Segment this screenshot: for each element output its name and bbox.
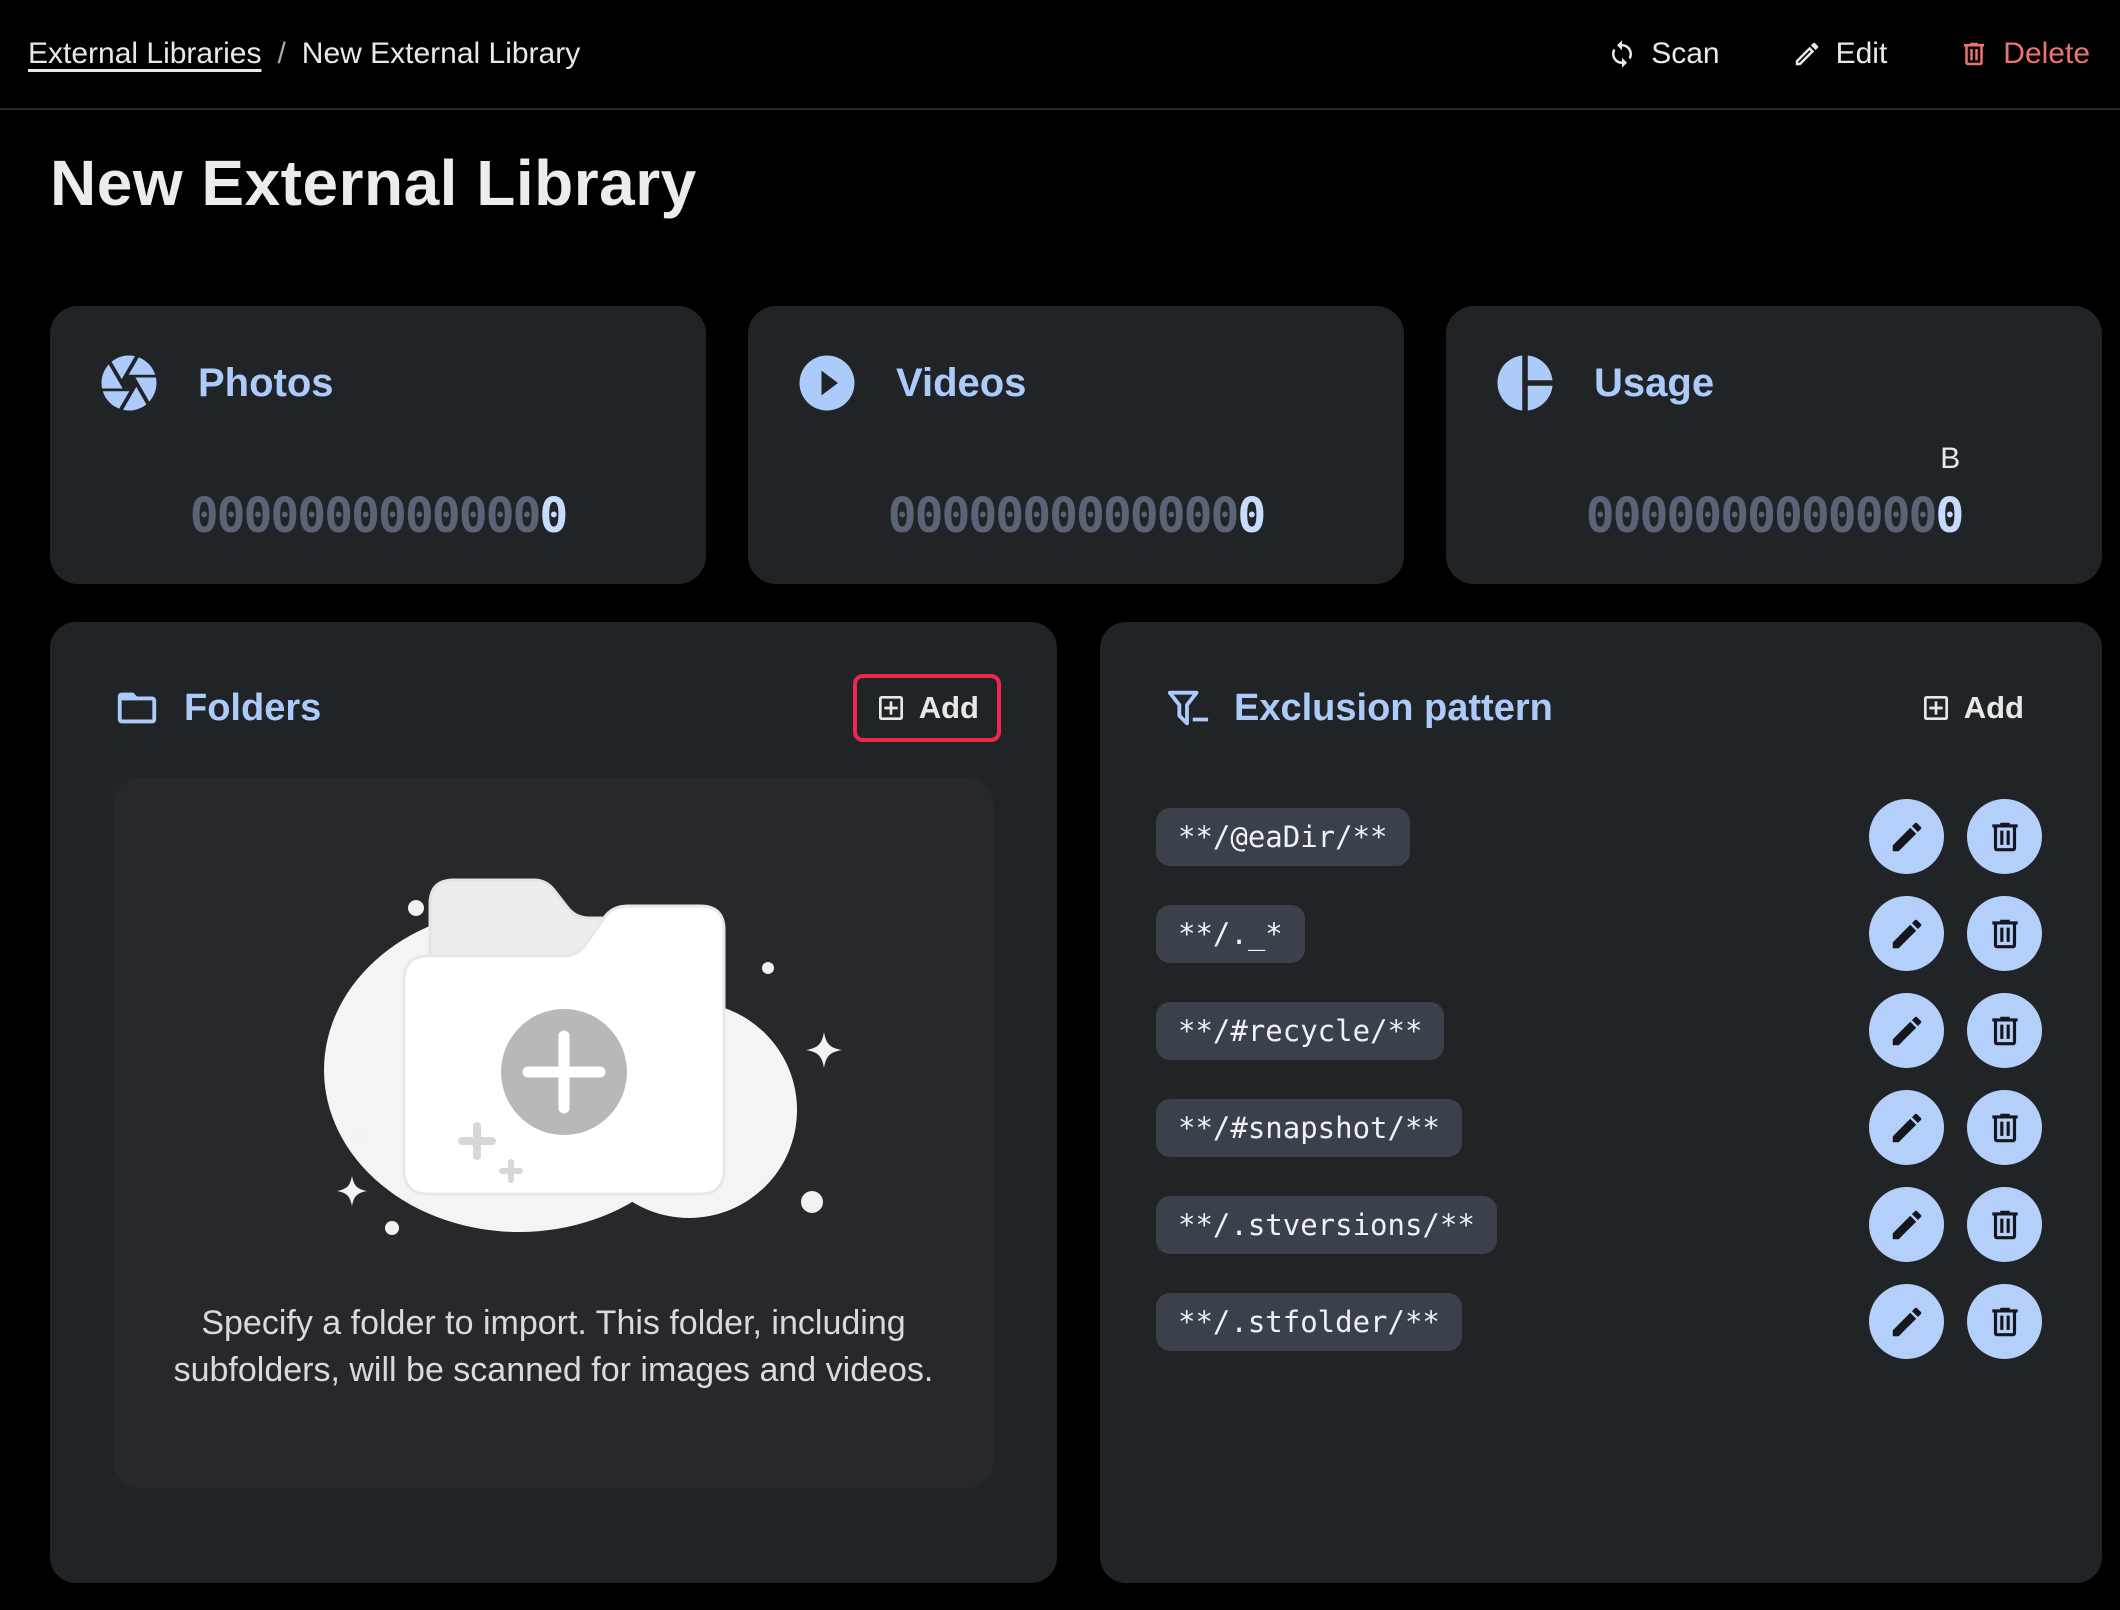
plus-box-icon bbox=[1920, 692, 1952, 724]
trash-icon bbox=[1986, 1012, 2024, 1050]
edit-pattern-button[interactable] bbox=[1869, 993, 1944, 1068]
top-bar: External Libraries / New External Librar… bbox=[0, 0, 2120, 110]
pattern-chip: **/#recycle/** bbox=[1156, 1002, 1444, 1060]
exclusion-title: Exclusion pattern bbox=[1234, 687, 1553, 730]
pencil-icon bbox=[1888, 1012, 1926, 1050]
pencil-icon bbox=[1888, 1206, 1926, 1244]
usage-label: Usage bbox=[1594, 361, 1714, 406]
trash-icon bbox=[1986, 818, 2024, 856]
page-title: New External Library bbox=[50, 140, 2120, 226]
chart-pie-icon bbox=[1492, 350, 1558, 416]
edit-pattern-button[interactable] bbox=[1869, 1090, 1944, 1165]
pattern-row: **/#recycle/** bbox=[1100, 982, 2102, 1079]
pattern-chip: **/.stversions/** bbox=[1156, 1196, 1497, 1254]
delete-label: Delete bbox=[2003, 37, 2090, 71]
play-circle-icon bbox=[794, 350, 860, 416]
pencil-icon bbox=[1888, 818, 1926, 856]
pencil-icon bbox=[1888, 1303, 1926, 1341]
trash-icon bbox=[1986, 915, 2024, 953]
scan-button[interactable]: Scan bbox=[1607, 37, 1719, 71]
breadcrumb-current: New External Library bbox=[302, 37, 580, 71]
stat-card-usage: Usage 00000000000000 B bbox=[1446, 306, 2102, 584]
delete-pattern-button[interactable] bbox=[1967, 799, 2042, 874]
delete-pattern-button[interactable] bbox=[1967, 1284, 2042, 1359]
add-folder-label: Add bbox=[919, 690, 979, 726]
empty-folder-illustration bbox=[264, 820, 844, 1280]
photos-label: Photos bbox=[198, 361, 334, 406]
empty-folders-panel: Specify a folder to import. This folder,… bbox=[114, 778, 993, 1488]
edit-pattern-button[interactable] bbox=[1869, 896, 1944, 971]
usage-unit: B bbox=[1940, 442, 1960, 476]
usage-count: 00000000000000 B bbox=[1492, 488, 2056, 544]
folders-card: Folders Add bbox=[50, 622, 1057, 1583]
pattern-row: **/.stversions/** bbox=[1100, 1176, 2102, 1273]
pattern-row: **/.stfolder/** bbox=[1100, 1273, 2102, 1370]
stats-row: Photos 00000000000000 Videos 00000000000… bbox=[50, 306, 2102, 584]
breadcrumb: External Libraries / New External Librar… bbox=[28, 37, 580, 71]
breadcrumb-link-external-libraries[interactable]: External Libraries bbox=[28, 37, 261, 71]
exclusion-pattern-card: Exclusion pattern Add **/@eaDir/** **/._… bbox=[1100, 622, 2102, 1583]
pattern-row: **/@eaDir/** bbox=[1100, 788, 2102, 885]
stat-card-videos: Videos 00000000000000 bbox=[748, 306, 1404, 584]
trash-icon bbox=[1986, 1206, 2024, 1244]
pattern-row: **/#snapshot/** bbox=[1100, 1079, 2102, 1176]
pattern-chip: **/._* bbox=[1156, 905, 1305, 963]
stat-card-photos: Photos 00000000000000 bbox=[50, 306, 706, 584]
edit-pattern-button[interactable] bbox=[1869, 1284, 1944, 1359]
edit-pattern-button[interactable] bbox=[1869, 799, 1944, 874]
delete-pattern-button[interactable] bbox=[1967, 1187, 2042, 1262]
folder-icon bbox=[114, 685, 160, 731]
pencil-icon bbox=[1888, 915, 1926, 953]
delete-pattern-button[interactable] bbox=[1967, 896, 2042, 971]
filter-minus-icon bbox=[1164, 685, 1210, 731]
trash-icon bbox=[1986, 1109, 2024, 1147]
edit-pattern-button[interactable] bbox=[1869, 1187, 1944, 1262]
pencil-icon bbox=[1888, 1109, 1926, 1147]
exclusion-pattern-list: **/@eaDir/** **/._* **/#recycle/** bbox=[1100, 788, 2102, 1370]
main-content: Folders Add bbox=[50, 622, 2102, 1583]
add-folder-button[interactable]: Add bbox=[875, 690, 979, 726]
folders-title: Folders bbox=[184, 687, 321, 730]
trash-icon bbox=[1959, 39, 1989, 69]
pattern-chip: **/.stfolder/** bbox=[1156, 1293, 1462, 1351]
videos-count: 00000000000000 bbox=[794, 488, 1358, 544]
add-exclusion-pattern-button[interactable]: Add bbox=[1920, 690, 2024, 726]
folders-description: Specify a folder to import. This folder,… bbox=[139, 1300, 969, 1394]
videos-label: Videos bbox=[896, 361, 1026, 406]
breadcrumb-separator: / bbox=[277, 37, 285, 71]
delete-button[interactable]: Delete bbox=[1959, 37, 2090, 71]
pencil-icon bbox=[1792, 39, 1822, 69]
library-detail-page: External Libraries / New External Librar… bbox=[0, 0, 2120, 1610]
pattern-chip: **/#snapshot/** bbox=[1156, 1099, 1462, 1157]
add-exclusion-label: Add bbox=[1964, 690, 2024, 726]
pattern-row: **/._* bbox=[1100, 885, 2102, 982]
top-bar-actions: Scan Edit Delete bbox=[1607, 37, 2090, 71]
edit-label: Edit bbox=[1836, 37, 1888, 71]
delete-pattern-button[interactable] bbox=[1967, 1090, 2042, 1165]
sync-icon bbox=[1607, 39, 1637, 69]
edit-button[interactable]: Edit bbox=[1792, 37, 1888, 71]
trash-icon bbox=[1986, 1303, 2024, 1341]
pattern-chip: **/@eaDir/** bbox=[1156, 808, 1410, 866]
delete-pattern-button[interactable] bbox=[1967, 993, 2042, 1068]
photos-count: 00000000000000 bbox=[96, 488, 660, 544]
scan-label: Scan bbox=[1651, 37, 1719, 71]
plus-box-icon bbox=[875, 692, 907, 724]
camera-iris-icon bbox=[96, 350, 162, 416]
